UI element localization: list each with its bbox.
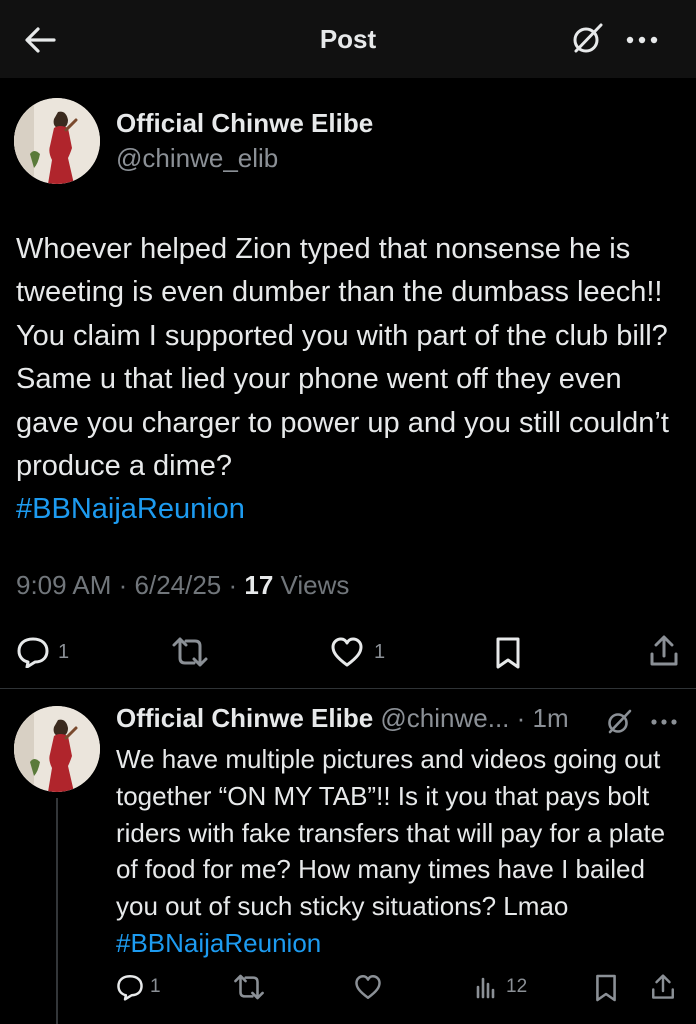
bookmark-button[interactable] xyxy=(594,973,618,1003)
more-icon[interactable] xyxy=(648,709,680,735)
grok-icon[interactable] xyxy=(568,20,606,58)
repost-icon xyxy=(170,636,210,668)
author-handle[interactable]: @chinwe_elib xyxy=(116,143,278,174)
reply-icon xyxy=(116,973,144,1001)
post-text: Whoever helped Zion typed that nonsense … xyxy=(16,228,688,532)
reply-count: 1 xyxy=(58,640,70,663)
reply-header: Official Chinwe Elibe @chinwe... · 1m xyxy=(116,703,569,733)
heart-icon xyxy=(354,973,382,1001)
reply-icon xyxy=(16,636,50,668)
like-button[interactable] xyxy=(354,973,382,1001)
share-icon xyxy=(650,972,676,1002)
share-icon xyxy=(648,634,680,668)
reply-age[interactable]: 1m xyxy=(533,703,569,733)
reply-button[interactable]: 1 xyxy=(16,636,69,668)
bookmark-icon xyxy=(594,973,618,1003)
share-button[interactable] xyxy=(648,634,680,668)
like-button[interactable]: 1 xyxy=(330,636,385,668)
repost-icon xyxy=(232,973,266,1001)
hashtag-link[interactable]: #BBNaijaReunion xyxy=(116,928,321,958)
top-bar: Post xyxy=(0,0,696,78)
bookmark-icon xyxy=(494,636,522,670)
reply-count: 1 xyxy=(150,976,161,997)
bookmark-button[interactable] xyxy=(494,636,522,670)
more-icon[interactable] xyxy=(620,22,664,58)
reply-text: We have multiple pictures and videos goi… xyxy=(116,741,686,962)
author-name[interactable]: Official Chinwe Elibe xyxy=(116,108,373,139)
heart-icon xyxy=(330,636,364,668)
thread-line xyxy=(56,798,58,1024)
post-time[interactable]: 9:09 AM xyxy=(16,570,111,600)
views-button[interactable]: 12 xyxy=(474,975,527,999)
repost-button[interactable] xyxy=(232,973,266,1001)
hashtag-link[interactable]: #BBNaijaReunion xyxy=(16,493,245,525)
repost-button[interactable] xyxy=(170,636,210,668)
views-count: 12 xyxy=(506,976,528,997)
views-count: 17 xyxy=(244,570,274,600)
avatar[interactable] xyxy=(14,98,100,184)
post-date[interactable]: 6/24/25 xyxy=(135,570,222,600)
reply-body: We have multiple pictures and videos goi… xyxy=(116,744,666,922)
avatar[interactable] xyxy=(14,706,100,792)
author-name[interactable]: Official Chinwe Elibe xyxy=(116,703,373,733)
views-label: Views xyxy=(280,570,350,600)
share-button[interactable] xyxy=(650,972,676,1002)
grok-icon[interactable] xyxy=(604,707,634,737)
post-body: Whoever helped Zion typed that nonsense … xyxy=(16,233,669,483)
like-count: 1 xyxy=(374,640,386,663)
bar-chart-icon xyxy=(474,975,498,999)
post-meta: 9:09 AM · 6/24/25 · 17 Views xyxy=(16,570,350,600)
divider xyxy=(0,688,696,689)
reply-button[interactable]: 1 xyxy=(116,973,161,1001)
author-handle[interactable]: @chinwe... xyxy=(380,703,509,733)
